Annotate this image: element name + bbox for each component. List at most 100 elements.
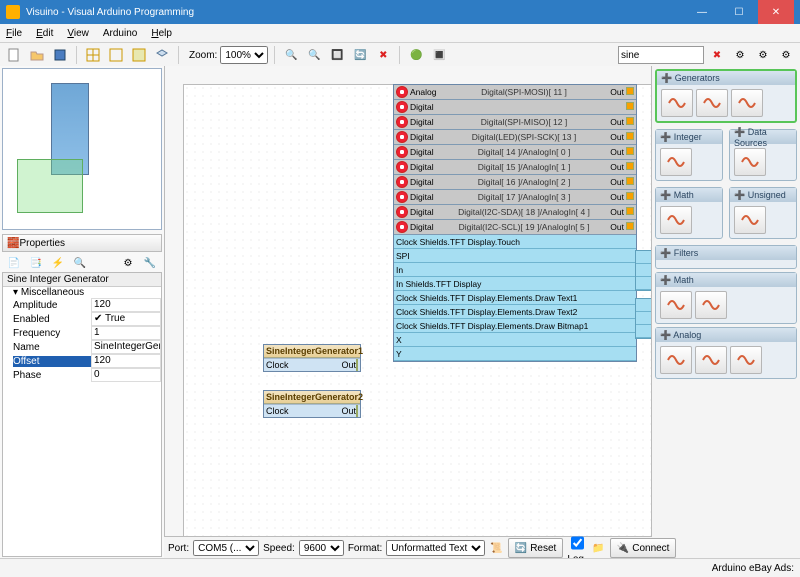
speed-select[interactable]: 9600 <box>299 540 344 556</box>
board-icon[interactable]: 🔳 <box>429 45 449 65</box>
palette-item[interactable] <box>660 291 692 319</box>
zoom-select[interactable]: 100% <box>220 46 268 64</box>
component-palette[interactable]: ➕ Generators ➕ Integer ➕ Data Sources ➕ Mat… <box>651 66 800 559</box>
palette-header[interactable]: ➕ Filters <box>656 246 796 260</box>
log-folder-icon[interactable]: 📁 <box>591 538 605 558</box>
shield-row[interactable]: In Shields.TFT Display <box>394 277 636 291</box>
format-select[interactable]: Unformatted Text <box>386 540 485 556</box>
palette-header[interactable]: ➕ Math <box>656 188 722 202</box>
menu-view[interactable]: View <box>65 28 91 39</box>
design-canvas[interactable]: AnalogDigital(SPI-MOSI)[ 11 ]OutDigitalD… <box>183 84 651 559</box>
arduino-pin-row[interactable]: DigitalDigital[ 15 ]/AnalogIn[ 1 ]Out <box>394 160 636 175</box>
generator-block[interactable]: SineIntegerGenerator1ClockOut <box>263 344 361 372</box>
search-clear-icon[interactable]: ✖ <box>707 45 727 65</box>
arduino-pin-row[interactable]: DigitalDigital(SPI-MISO)[ 12 ]Out <box>394 115 636 130</box>
palette-header[interactable]: ➕ Math <box>656 273 796 287</box>
palette-header[interactable]: ➕ Unsigned <box>730 188 796 202</box>
refresh-icon[interactable]: 🔄 <box>350 45 370 65</box>
maximize-button[interactable]: ☐ <box>721 0 757 24</box>
connect-button[interactable]: 🔌 Connect <box>610 538 677 558</box>
microsd-ports[interactable]: Shields.TFT Display.MicroSDFailedSuccess <box>635 298 651 339</box>
port-row[interactable]: Shields.TFT Display.MicroSD <box>636 299 651 312</box>
menu-help[interactable]: Help <box>149 28 174 39</box>
grid1-button[interactable] <box>83 45 103 65</box>
prop-btn-5[interactable]: ⚙ <box>118 253 138 273</box>
shield-row[interactable]: X <box>394 333 636 347</box>
upload-icon[interactable]: 🟢 <box>406 45 426 65</box>
arduino-pin-row[interactable]: DigitalDigital[ 17 ]/AnalogIn[ 3 ]Out <box>394 190 636 205</box>
palette-item[interactable] <box>734 206 766 234</box>
palette-item[interactable] <box>660 206 692 234</box>
port-row[interactable]: X <box>636 251 651 264</box>
arduino-pin-row[interactable]: Digital <box>394 100 636 115</box>
prop-btn-1[interactable]: 📄 <box>4 253 24 273</box>
delete-icon[interactable]: ✖ <box>373 45 393 65</box>
open-button[interactable] <box>27 45 47 65</box>
property-row[interactable]: Amplitude120 <box>3 298 161 312</box>
reset-button[interactable]: 🔄 Reset <box>508 538 564 558</box>
prop-btn-4[interactable]: 🔍 <box>70 253 90 273</box>
layers-button[interactable] <box>152 45 172 65</box>
palette-item[interactable] <box>660 148 692 176</box>
arduino-pin-row[interactable]: DigitalDigital(I2C-SCL)[ 19 ]/AnalogIn[ … <box>394 220 636 235</box>
arduino-pin-row[interactable]: AnalogDigital(SPI-MOSI)[ 11 ]Out <box>394 85 636 100</box>
filter1-icon[interactable]: ⚙ <box>730 45 750 65</box>
zoom-out-icon[interactable]: 🔍 <box>304 45 324 65</box>
search-input[interactable] <box>618 46 704 64</box>
overview-viewport[interactable] <box>17 159 83 213</box>
palette-header[interactable]: ➕ Data Sources <box>730 130 796 144</box>
arduino-pin-row[interactable]: DigitalDigital(I2C-SDA)[ 18 ]/AnalogIn[ … <box>394 205 636 220</box>
palette-item[interactable] <box>730 346 762 374</box>
menu-arduino[interactable]: Arduino <box>101 28 139 39</box>
minimize-button[interactable]: — <box>684 0 720 24</box>
arduino-block[interactable]: AnalogDigital(SPI-MOSI)[ 11 ]OutDigitalD… <box>393 84 637 362</box>
generator-block[interactable]: SineIntegerGenerator2ClockOut <box>263 390 361 418</box>
prop-btn-3[interactable]: ⚡ <box>48 253 68 273</box>
grid3-button[interactable] <box>129 45 149 65</box>
save-button[interactable] <box>50 45 70 65</box>
port-row[interactable]: Success <box>636 325 651 338</box>
arduino-pin-row[interactable]: DigitalDigital[ 14 ]/AnalogIn[ 0 ]Out <box>394 145 636 160</box>
shield-row[interactable]: In <box>394 263 636 277</box>
prop-btn-6[interactable]: 🔧 <box>140 253 160 273</box>
arduino-pin-row[interactable]: DigitalDigital[ 16 ]/AnalogIn[ 2 ]Out <box>394 175 636 190</box>
prop-btn-2[interactable]: 📑 <box>26 253 46 273</box>
zoom-fit-icon[interactable]: 🔲 <box>327 45 347 65</box>
menu-file[interactable]: File <box>4 28 24 39</box>
palette-item[interactable] <box>734 148 766 176</box>
arduino-pin-row[interactable]: DigitalDigital(LED)(SPI-SCK)[ 13 ]Out <box>394 130 636 145</box>
palette-header[interactable]: ➕ Analog <box>656 328 796 342</box>
new-button[interactable] <box>4 45 24 65</box>
property-grid[interactable]: Sine Integer Generator ▾ Miscellaneous A… <box>2 272 162 557</box>
palette-item[interactable] <box>731 89 763 117</box>
port-select[interactable]: COM5 (... <box>193 540 259 556</box>
shield-row[interactable]: Y <box>394 347 636 361</box>
palette-header[interactable]: ➕ Integer <box>656 130 722 144</box>
palette-item[interactable] <box>695 346 727 374</box>
touch-ports[interactable]: XYPressure <box>635 250 651 291</box>
menu-edit[interactable]: Edit <box>34 28 55 39</box>
shield-row[interactable]: Clock Shields.TFT Display.Elements.Draw … <box>394 291 636 305</box>
zoom-in-icon[interactable]: 🔍 <box>281 45 301 65</box>
shield-row[interactable]: Clock Shields.TFT Display.Touch <box>394 235 636 249</box>
port-row[interactable]: Pressure <box>636 277 651 290</box>
grid2-button[interactable] <box>106 45 126 65</box>
port-row[interactable]: Y <box>636 264 651 277</box>
palette-item[interactable] <box>661 89 693 117</box>
property-row[interactable]: Frequency1 <box>3 326 161 340</box>
palette-item[interactable] <box>660 346 692 374</box>
property-row[interactable]: Offset120 <box>3 354 161 368</box>
overview-panel[interactable] <box>2 68 162 230</box>
property-row[interactable]: NameSineIntegerGenerator2 <box>3 340 161 354</box>
palette-item[interactable] <box>695 291 727 319</box>
close-button[interactable]: ✕ <box>758 0 794 24</box>
filter2-icon[interactable]: ⚙ <box>753 45 773 65</box>
palette-item[interactable] <box>696 89 728 117</box>
shield-row[interactable]: SPI <box>394 249 636 263</box>
shield-row[interactable]: Clock Shields.TFT Display.Elements.Draw … <box>394 319 636 333</box>
palette-header[interactable]: ➕ Generators <box>657 71 795 85</box>
shield-row[interactable]: Clock Shields.TFT Display.Elements.Draw … <box>394 305 636 319</box>
property-row[interactable]: Phase0 <box>3 368 161 382</box>
port-row[interactable]: Failed <box>636 312 651 325</box>
filter3-icon[interactable]: ⚙ <box>776 45 796 65</box>
